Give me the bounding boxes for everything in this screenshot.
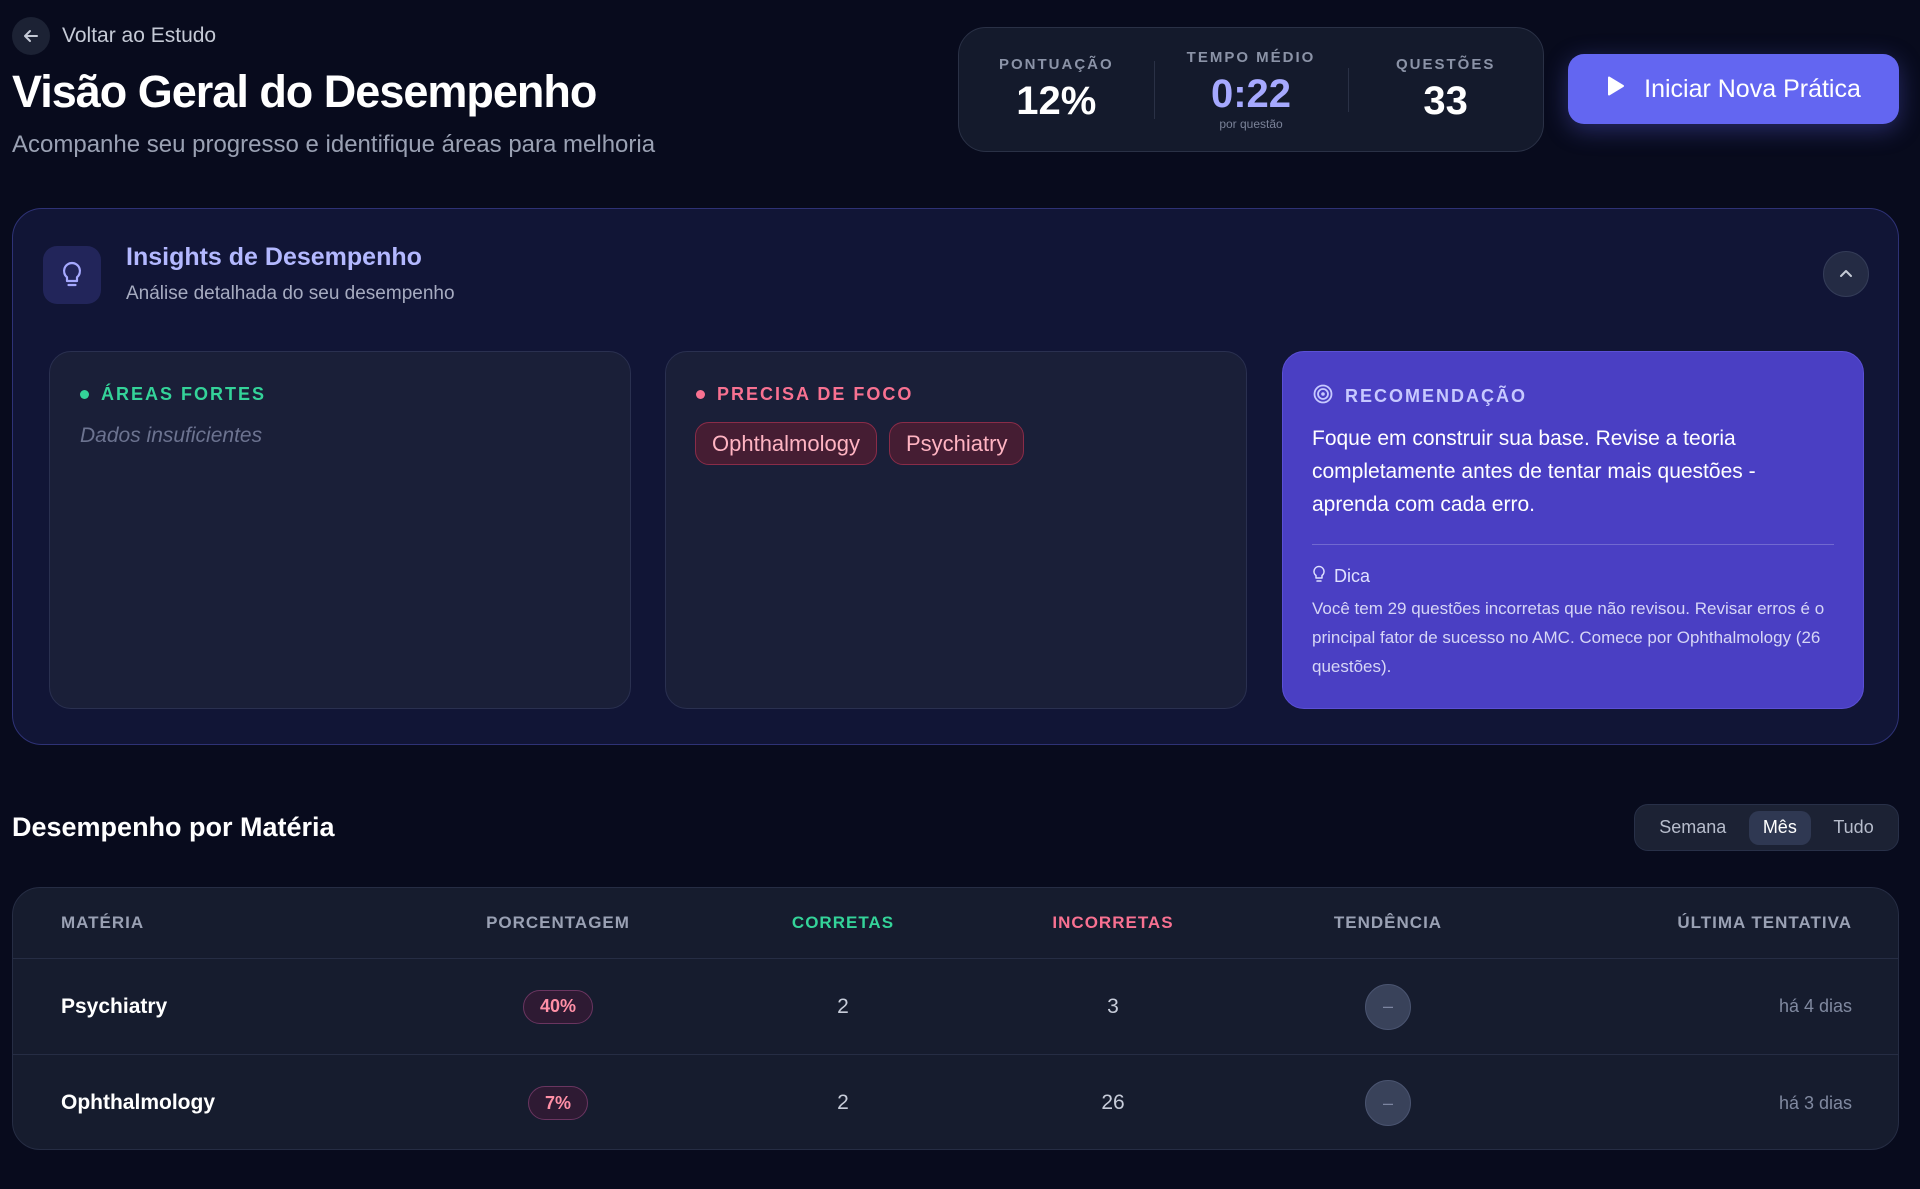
status-dot-icon — [80, 390, 89, 399]
collapse-insights-button[interactable] — [1823, 251, 1869, 297]
correct-count: 2 — [837, 1091, 849, 1114]
column-header[interactable]: CORRETAS — [693, 888, 993, 958]
stat-avg-time-label: TEMPO MÉDIO — [1186, 48, 1316, 66]
start-practice-label: Iniciar Nova Prática — [1644, 74, 1861, 103]
start-practice-button[interactable]: Iniciar Nova Prática — [1568, 54, 1899, 124]
arrow-left-icon — [12, 17, 50, 55]
subject-cell: Ophthalmology — [61, 1055, 215, 1149]
tip-label: Dica — [1334, 566, 1371, 586]
incorrect-cell: 26 — [963, 1055, 1263, 1149]
tip-text: Você tem 29 questões incorretas que não … — [1312, 599, 1825, 676]
period-month[interactable]: Mês — [1748, 810, 1811, 845]
back-to-study-link[interactable]: Voltar ao Estudo — [12, 17, 216, 55]
table-row[interactable]: Psychiatry 40% 2 3 – há 4 dias — [13, 959, 1898, 1055]
page-title: Visão Geral do Desempenho — [12, 66, 597, 117]
subject-name: Ophthalmology — [61, 1091, 215, 1114]
stat-avg-time: TEMPO MÉDIO 0:22 por questão — [1153, 48, 1349, 131]
incorrect-cell: 3 — [963, 959, 1263, 1054]
stat-avg-time-sub: por questão — [1219, 116, 1283, 131]
stat-questions-label: QUESTÕES — [1396, 55, 1496, 73]
trend-cell: – — [1233, 1055, 1543, 1149]
back-label: Voltar ao Estudo — [62, 24, 217, 47]
percentage-badge: 40% — [522, 989, 594, 1024]
strong-areas-label: ÁREAS FORTES — [101, 384, 267, 404]
recommendation-label: RECOMENDAÇÃO — [1345, 386, 1528, 406]
column-header[interactable]: MATÉRIA — [61, 888, 144, 958]
focus-chip[interactable]: Psychiatry — [888, 422, 1025, 465]
divider — [1312, 544, 1834, 545]
focus-chips: Ophthalmology Psychiatry — [695, 422, 1025, 465]
column-header[interactable]: TENDÊNCIA — [1233, 888, 1543, 958]
play-icon — [1606, 75, 1626, 104]
last-attempt-cell: há 4 dias — [1779, 959, 1852, 1054]
trend-neutral-icon: – — [1365, 1080, 1411, 1126]
correct-cell: 2 — [693, 959, 993, 1054]
incorrect-count: 26 — [1101, 1091, 1125, 1114]
percentage-badge: 7% — [527, 1086, 588, 1120]
focus-areas-header: PRECISA DE FOCO — [696, 384, 913, 405]
stat-questions: QUESTÕES 33 — [1348, 56, 1543, 124]
column-header[interactable]: PORCENTAGEM — [403, 888, 713, 958]
strong-areas-header: ÁREAS FORTES — [80, 384, 266, 405]
focus-chip[interactable]: Ophthalmology — [695, 422, 877, 465]
target-icon — [1313, 384, 1333, 409]
period-week[interactable]: Semana — [1645, 811, 1740, 845]
table-header: MATÉRIA PORCENTAGEM CORRETAS INCORRETAS … — [13, 888, 1898, 959]
insights-title: Insights de Desempenho — [126, 243, 422, 271]
correct-cell: 2 — [693, 1055, 993, 1149]
column-header[interactable]: ÚLTIMA TENTATIVA — [1677, 888, 1852, 958]
stat-score-label: PONTUAÇÃO — [999, 55, 1114, 73]
lightbulb-icon — [1312, 565, 1326, 588]
focus-areas-label: PRECISA DE FOCO — [717, 384, 914, 404]
table-row[interactable]: Ophthalmology 7% 2 26 – há 3 dias — [13, 1055, 1898, 1149]
last-attempt: há 3 dias — [1778, 1092, 1852, 1113]
insights-subtitle: Análise detalhada do seu desempenho — [126, 283, 455, 304]
last-attempt-cell: há 3 dias — [1778, 1055, 1852, 1149]
page: Voltar ao Estudo Visão Geral do Desempen… — [0, 0, 1920, 1189]
trend-cell: – — [1233, 959, 1543, 1054]
stat-questions-value: 33 — [1423, 78, 1468, 123]
subject-cell: Psychiatry — [61, 959, 167, 1054]
column-header[interactable]: INCORRETAS — [963, 888, 1263, 958]
strong-areas-card: ÁREAS FORTES Dados insuficientes — [49, 351, 631, 709]
percentage-cell: 40% — [403, 959, 713, 1054]
subjects-title: Desempenho por Matéria — [12, 812, 335, 842]
period-all[interactable]: Tudo — [1819, 811, 1887, 845]
tip-header: Dica — [1312, 565, 1370, 588]
stat-score: PONTUAÇÃO 12% — [959, 56, 1154, 124]
stats-summary: PONTUAÇÃO 12% TEMPO MÉDIO 0:22 por quest… — [958, 27, 1544, 152]
period-selector: Semana Mês Tudo — [1634, 804, 1899, 851]
lightbulb-icon — [43, 246, 101, 304]
recommendation-card: RECOMENDAÇÃO Foque em construir sua base… — [1282, 351, 1864, 709]
recommendation-text: Foque em construir sua base. Revise a te… — [1312, 427, 1756, 516]
incorrect-count: 3 — [1107, 994, 1119, 1018]
page-subtitle: Acompanhe seu progresso e identifique ár… — [12, 131, 656, 158]
stat-score-value: 12% — [1016, 78, 1097, 123]
last-attempt: há 4 dias — [1778, 996, 1852, 1016]
subject-name: Psychiatry — [61, 994, 168, 1018]
stat-avg-time-value: 0:22 — [1210, 71, 1292, 116]
chevron-up-icon — [1839, 265, 1853, 283]
recommendation-header: RECOMENDAÇÃO — [1313, 384, 1527, 409]
trend-neutral-icon: – — [1365, 983, 1411, 1030]
insights-panel: Insights de Desempenho Análise detalhada… — [12, 208, 1899, 745]
subjects-table: MATÉRIA PORCENTAGEM CORRETAS INCORRETAS … — [12, 887, 1899, 1150]
focus-areas-card: PRECISA DE FOCO Ophthalmology Psychiatry — [665, 351, 1247, 709]
percentage-cell: 7% — [403, 1055, 713, 1149]
correct-count: 2 — [837, 994, 849, 1018]
strong-areas-empty: Dados insuficientes — [80, 424, 263, 447]
status-dot-icon — [696, 390, 705, 399]
